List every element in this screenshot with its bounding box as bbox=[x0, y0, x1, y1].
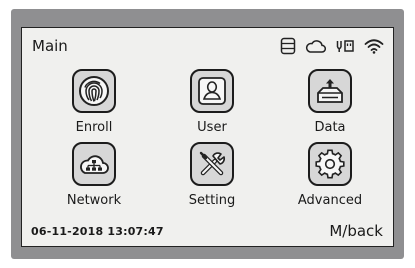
menu-item-network[interactable]: Network bbox=[44, 142, 144, 212]
storage-icon bbox=[280, 37, 296, 55]
menu-item-label: Data bbox=[314, 120, 346, 135]
user-icon bbox=[190, 69, 234, 113]
usb-icon bbox=[335, 38, 355, 54]
tools-icon bbox=[190, 142, 234, 186]
back-button[interactable]: M/back bbox=[329, 222, 383, 240]
cloud-icon bbox=[305, 38, 326, 54]
menu-item-label: User bbox=[197, 120, 227, 135]
menu-item-user[interactable]: User bbox=[162, 69, 262, 139]
menu-item-setting[interactable]: Setting bbox=[162, 142, 262, 212]
menu-item-advanced[interactable]: Advanced bbox=[280, 142, 380, 212]
gear-icon bbox=[308, 142, 352, 186]
menu-item-label: Advanced bbox=[297, 193, 363, 208]
fingerprint-icon bbox=[72, 69, 116, 113]
menu-item-label: Setting bbox=[188, 193, 236, 208]
datetime-display: 06-11-2018 13:07:47 bbox=[31, 225, 164, 238]
menu-item-label: Enroll bbox=[75, 120, 113, 135]
page-title: Main bbox=[32, 37, 68, 55]
main-screen: Main Enroll User Data Network Setting Ad… bbox=[21, 27, 394, 247]
data-transfer-icon bbox=[308, 69, 352, 113]
status-bar bbox=[280, 36, 384, 56]
wifi-icon bbox=[364, 38, 384, 54]
network-cloud-icon bbox=[72, 142, 116, 186]
menu-item-enroll[interactable]: Enroll bbox=[44, 69, 144, 139]
menu-item-data[interactable]: Data bbox=[280, 69, 380, 139]
menu-item-label: Network bbox=[66, 193, 122, 208]
